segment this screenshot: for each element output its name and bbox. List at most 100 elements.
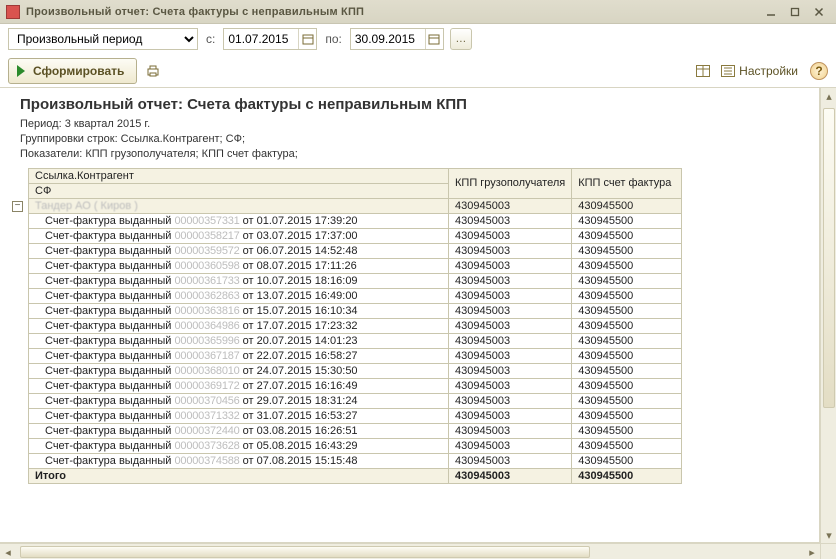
report-title: Произвольный отчет: Счета фактуры с непр…: [20, 96, 809, 113]
cell-doc: Счет-фактура выданный 00000364986 от 17.…: [29, 318, 449, 333]
date-to-input[interactable]: [351, 29, 425, 49]
table-row[interactable]: Счет-фактура выданный 00000361733 от 10.…: [29, 273, 682, 288]
vertical-scrollbar[interactable]: ▴ ▾: [820, 88, 836, 543]
options-icon: [721, 65, 735, 77]
col-header[interactable]: Ссылка.Контрагент: [29, 168, 449, 183]
table-group-row[interactable]: Тандер АО ( Киров ) 430945003 430945500: [29, 198, 682, 213]
report-meta-measures: Показатели: КПП грузополучателя; КПП сче…: [20, 147, 809, 162]
ellipsis-icon: …: [455, 33, 466, 45]
scroll-left-icon[interactable]: ◂: [0, 544, 16, 559]
cell-kpp2: 430945500: [572, 408, 682, 423]
date-from-input[interactable]: [224, 29, 298, 49]
col-header[interactable]: КПП счет фактура: [572, 168, 682, 198]
cell-kpp1: 430945003: [449, 258, 572, 273]
table-row[interactable]: Счет-фактура выданный 00000360598 от 08.…: [29, 258, 682, 273]
settings-label: Настройки: [739, 64, 798, 78]
minimize-button[interactable]: [760, 4, 782, 20]
cell-kpp2: 430945500: [572, 378, 682, 393]
report-meta: Период: 3 квартал 2015 г. Группировки ст…: [20, 117, 809, 162]
table-row[interactable]: Счет-фактура выданный 00000359572 от 06.…: [29, 243, 682, 258]
scroll-right-icon[interactable]: ▸: [804, 544, 820, 559]
cell-kpp1: 430945003: [449, 363, 572, 378]
table-row[interactable]: Счет-фактура выданный 00000362863 от 13.…: [29, 288, 682, 303]
cell-doc: Счет-фактура выданный 00000358217 от 03.…: [29, 228, 449, 243]
table-row[interactable]: Счет-фактура выданный 00000369172 от 27.…: [29, 378, 682, 393]
cell-doc: Счет-фактура выданный 00000367187 от 22.…: [29, 348, 449, 363]
cell-kpp1: 430945003: [449, 348, 572, 363]
table-row[interactable]: Счет-фактура выданный 00000363816 от 15.…: [29, 303, 682, 318]
cell-doc: Счет-фактура выданный 00000371332 от 31.…: [29, 408, 449, 423]
scroll-up-icon[interactable]: ▴: [821, 88, 836, 104]
scroll-thumb[interactable]: [823, 108, 835, 408]
period-select[interactable]: Произвольный период: [8, 28, 198, 50]
filter-toolbar: Произвольный период с: по: …: [0, 24, 836, 54]
horizontal-scrollbar[interactable]: ◂ ▸: [0, 543, 820, 559]
cell-kpp2: 430945500: [572, 258, 682, 273]
col-header[interactable]: СФ: [29, 183, 449, 198]
cell-kpp1: 430945003: [449, 243, 572, 258]
cell-doc: Счет-фактура выданный 00000362863 от 13.…: [29, 288, 449, 303]
cell-kpp2: 430945500: [572, 393, 682, 408]
total-label: Итого: [29, 468, 449, 483]
print-button[interactable]: [143, 61, 163, 81]
cell-doc: Счет-фактура выданный 00000359572 от 06.…: [29, 243, 449, 258]
counterparty-name: Тандер АО ( Киров ): [35, 200, 138, 212]
calendar-icon[interactable]: [298, 29, 316, 49]
col-header[interactable]: КПП грузополучателя: [449, 168, 572, 198]
table-icon[interactable]: [693, 61, 713, 81]
cell-kpp2: 430945500: [572, 333, 682, 348]
scroll-down-icon[interactable]: ▾: [821, 527, 836, 543]
table-row[interactable]: Счет-фактура выданный 00000364986 от 17.…: [29, 318, 682, 333]
table-row[interactable]: Счет-фактура выданный 00000365996 от 20.…: [29, 333, 682, 348]
cell-kpp2: 430945500: [572, 198, 682, 213]
cell-kpp1: 430945003: [449, 198, 572, 213]
total-kpp1: 430945003: [449, 468, 572, 483]
table-row[interactable]: Счет-фактура выданный 00000373628 от 05.…: [29, 438, 682, 453]
table-total-row: Итого 430945003 430945500: [29, 468, 682, 483]
close-button[interactable]: [808, 4, 830, 20]
cell-doc: Счет-фактура выданный 00000369172 от 27.…: [29, 378, 449, 393]
cell-doc: Счет-фактура выданный 00000361733 от 10.…: [29, 273, 449, 288]
table-row[interactable]: Счет-фактура выданный 00000370456 от 29.…: [29, 393, 682, 408]
scroll-thumb[interactable]: [20, 546, 590, 558]
from-label: с:: [204, 32, 217, 46]
cell-kpp1: 430945003: [449, 228, 572, 243]
date-from-field[interactable]: [223, 28, 317, 50]
table-row[interactable]: Счет-фактура выданный 00000372440 от 03.…: [29, 423, 682, 438]
cell-doc: Счет-фактура выданный 00000363816 от 15.…: [29, 303, 449, 318]
table-row[interactable]: Счет-фактура выданный 00000374588 от 07.…: [29, 453, 682, 468]
calendar-icon[interactable]: [425, 29, 443, 49]
help-button[interactable]: ?: [810, 62, 828, 80]
table-row[interactable]: Счет-фактура выданный 00000368010 от 24.…: [29, 363, 682, 378]
app-icon: [6, 5, 20, 19]
cell-kpp2: 430945500: [572, 348, 682, 363]
settings-button[interactable]: Настройки: [719, 64, 800, 78]
cell-kpp2: 430945500: [572, 228, 682, 243]
cell-doc: Счет-фактура выданный 00000372440 от 03.…: [29, 423, 449, 438]
table-row[interactable]: Счет-фактура выданный 00000357331 от 01.…: [29, 213, 682, 228]
cell-kpp2: 430945500: [572, 453, 682, 468]
table-row[interactable]: Счет-фактура выданный 00000367187 от 22.…: [29, 348, 682, 363]
cell-doc: Счет-фактура выданный 00000360598 от 08.…: [29, 258, 449, 273]
cell-kpp1: 430945003: [449, 303, 572, 318]
cell-kpp1: 430945003: [449, 213, 572, 228]
table-row[interactable]: Счет-фактура выданный 00000358217 от 03.…: [29, 228, 682, 243]
titlebar: Произвольный отчет: Счета фактуры с непр…: [0, 0, 836, 24]
cell-kpp2: 430945500: [572, 273, 682, 288]
play-icon: [17, 65, 25, 77]
report-grid: Ссылка.Контрагент КПП грузополучателя КП…: [28, 168, 682, 484]
cell-kpp2: 430945500: [572, 438, 682, 453]
date-to-field[interactable]: [350, 28, 444, 50]
report-area: Произвольный отчет: Счета фактуры с непр…: [0, 88, 836, 559]
period-picker-button[interactable]: …: [450, 28, 472, 50]
cell-doc: Счет-фактура выданный 00000374588 от 07.…: [29, 453, 449, 468]
scroll-corner: [820, 543, 836, 559]
table-row[interactable]: Счет-фактура выданный 00000371332 от 31.…: [29, 408, 682, 423]
maximize-button[interactable]: [784, 4, 806, 20]
cell-kpp1: 430945003: [449, 273, 572, 288]
cell-kpp1: 430945003: [449, 408, 572, 423]
form-button[interactable]: Сформировать: [8, 58, 137, 84]
cell-doc: Счет-фактура выданный 00000357331 от 01.…: [29, 213, 449, 228]
cell-kpp2: 430945500: [572, 318, 682, 333]
tree-expander[interactable]: −: [12, 201, 23, 212]
